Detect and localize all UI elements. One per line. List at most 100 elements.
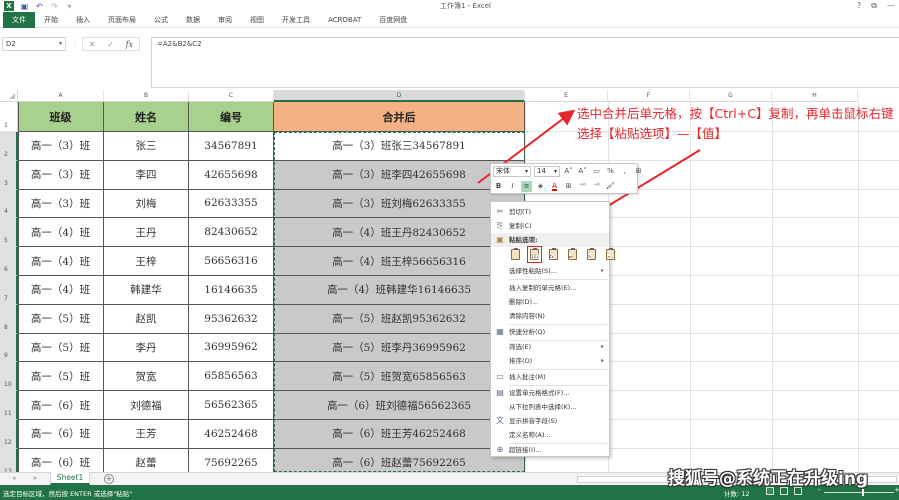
tab-formulas[interactable]: 公式 [145,12,177,28]
table-cell[interactable]: 高一（5）班 [18,362,104,392]
add-sheet-icon[interactable]: + [104,474,114,484]
table-cell[interactable]: 韩建华 [104,276,189,305]
customize-qat-icon[interactable]: ▾ [65,2,74,11]
table-cell[interactable]: 高一（3）班 [18,189,104,219]
help-icon[interactable]: ? [857,1,861,11]
table-cell[interactable]: 高一（4）班 [18,247,104,276]
table-cell[interactable]: 75692265 [189,448,274,472]
row-header-9[interactable]: 9 [0,333,18,363]
paste-values-button[interactable]: 123 [527,246,542,263]
tab-insert[interactable]: 插入 [67,12,99,28]
column-header-d[interactable]: D [274,90,525,102]
table-cell[interactable]: 王芳 [104,420,189,449]
table-header-cell[interactable]: 班级 [18,102,104,132]
fill-color-icon[interactable]: ◈ [535,181,546,192]
minimize-icon[interactable]: — [887,1,895,11]
formula-input[interactable]: =A2&B2&C2 [151,37,899,88]
column-header-c[interactable]: C [189,90,274,102]
table-cell[interactable]: 46252468 [189,420,274,449]
table-cell[interactable]: 高一（4）班王梓56656316 [274,247,525,276]
table-cell[interactable]: 16146635 [189,276,274,305]
table-cell[interactable]: 高一（4）班 [18,276,104,305]
percent-icon[interactable]: % [605,166,616,177]
table-cell[interactable]: 34567891 [189,132,274,161]
menu-item-paste-special[interactable]: 选择性粘贴(S)... ▸ [491,264,609,278]
tab-page-layout[interactable]: 页面布局 [99,12,145,28]
tab-developer[interactable]: 开发工具 [273,12,319,28]
row-header-1[interactable]: 1 [0,102,18,132]
font-color-icon[interactable]: A [549,181,560,192]
menu-item-cut[interactable]: ✂ 剪切(T) [491,205,609,219]
table-cell[interactable]: 高一（3）班张三34567891 [274,132,525,161]
row-header-5[interactable]: 5 [0,218,18,248]
italic-button[interactable]: I [507,181,518,192]
table-cell[interactable]: 贺宽 [104,362,189,392]
menu-item-quick-analysis[interactable]: ▦ 快速分析(Q) [491,325,609,339]
menu-item-delete[interactable]: 删除(D)... [491,295,609,309]
table-cell[interactable]: 36995962 [189,333,274,363]
chevron-down-icon[interactable]: ▾ [59,38,62,50]
table-cell[interactable]: 张三 [104,132,189,161]
row-header-11[interactable]: 11 [0,391,18,420]
table-header-cell[interactable]: 姓名 [104,102,189,132]
undo-icon[interactable]: ↶ [35,2,44,11]
bold-button[interactable]: B [493,181,504,192]
menu-item-clear-contents[interactable]: 清除内容(N) [491,309,609,323]
merge-center-icon[interactable]: ⊞ [633,166,644,177]
table-cell[interactable]: 高一（3）班李四42655698 [274,160,525,190]
row-header-13[interactable]: 13 [0,448,18,472]
table-cell[interactable]: 高一（6）班刘德福56562365 [274,391,525,420]
table-cell[interactable]: 高一（5）班 [18,333,104,363]
table-cell[interactable]: 高一（5）班赵凯95362632 [274,304,525,334]
increase-decimal-icon[interactable]: ⁺⁰ [577,181,588,192]
menu-item-insert-copied[interactable]: 插入复制的单元格(E)... [491,281,609,295]
save-icon[interactable]: ▣ [20,2,29,11]
paste-formatting-button[interactable]: ✎ [585,247,598,262]
accounting-format-icon[interactable]: ▭ [591,166,602,177]
table-cell[interactable]: 62633355 [189,189,274,219]
table-cell[interactable]: 赵凯 [104,304,189,334]
grow-font-icon[interactable]: A˄ [563,166,574,177]
row-header-3[interactable]: 3 [0,160,18,190]
menu-item-insert-comment[interactable]: ▭ 插入批注(M) [491,370,609,384]
paste-link-button[interactable]: ∞ [604,247,617,262]
table-cell[interactable]: 刘梅 [104,189,189,219]
table-cell[interactable]: 高一（3）班 [18,160,104,190]
table-cell[interactable]: 高一（4）班 [18,218,104,248]
row-header-7[interactable]: 7 [0,276,18,305]
row-header-12[interactable]: 12 [0,420,18,449]
worksheet-grid[interactable]: A B C D E F G H 1 2 3 4 5 6 7 8 9 10 11 12 13 班级 姓名 编号 合并后 高一（3）班… [0,90,899,472]
table-cell[interactable]: 赵蕾 [104,448,189,472]
table-cell[interactable]: 高一（6）班 [18,448,104,472]
name-box[interactable]: D2 ▾ [2,37,66,51]
table-cell[interactable]: 95362632 [189,304,274,334]
table-cell[interactable]: 56562365 [189,391,274,420]
center-align-icon[interactable]: ≡ [521,181,532,192]
table-cell[interactable]: 王梓 [104,247,189,276]
tab-view[interactable]: 视图 [241,12,273,28]
select-all-button[interactable] [0,90,18,102]
column-header-g[interactable]: G [690,90,772,102]
tab-baidu-netdisk[interactable]: 百度网盘 [370,12,416,28]
tab-file[interactable]: 文件 [3,11,35,28]
column-header-f[interactable]: F [608,90,690,102]
table-cell[interactable]: 56656316 [189,247,274,276]
row-header-2[interactable]: 2 [0,132,18,161]
enter-icon[interactable]: ✓ [107,40,114,49]
insert-function-icon[interactable]: fx [126,40,133,49]
formula-bar-splitter[interactable]: ⋮ [71,38,79,47]
paste-button[interactable] [509,247,522,262]
row-header-8[interactable]: 8 [0,304,18,334]
table-cell[interactable]: 李四 [104,160,189,190]
table-cell[interactable]: 42655698 [189,160,274,190]
row-header-4[interactable]: 4 [0,189,18,219]
menu-item-show-phonetic[interactable]: 文显示拼音字段(S) [491,414,609,428]
table-cell[interactable]: 82430652 [189,218,274,248]
column-header-a[interactable]: A [18,90,104,102]
table-cell[interactable]: 刘德福 [104,391,189,420]
font-size-select[interactable]: 14 ▾ [534,166,560,177]
tab-review[interactable]: 审阅 [209,12,241,28]
column-header-h[interactable]: H [772,90,858,102]
table-cell[interactable]: 李丹 [104,333,189,363]
borders-icon[interactable]: ⊞ [563,181,574,192]
